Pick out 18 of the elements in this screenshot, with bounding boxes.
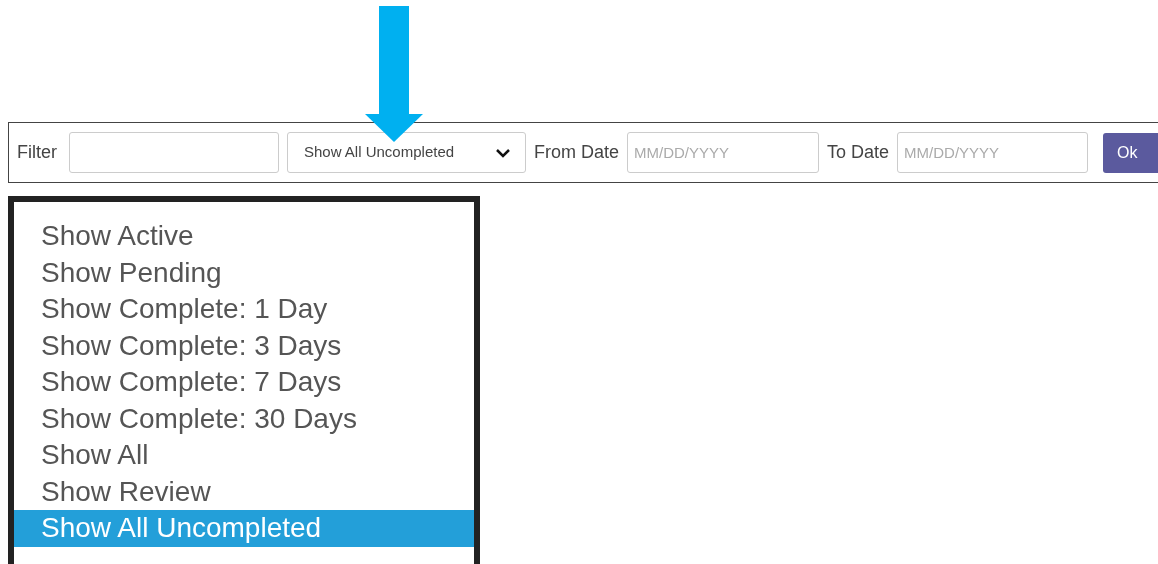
ok-button[interactable]: Ok bbox=[1103, 132, 1158, 173]
dropdown-option[interactable]: Show Complete: 3 Days bbox=[14, 327, 474, 364]
filter-label: Filter bbox=[17, 141, 57, 164]
arrow-icon bbox=[365, 6, 423, 142]
from-date-field[interactable]: MM/DD/YYYY bbox=[627, 132, 820, 173]
filter-field[interactable] bbox=[69, 132, 279, 173]
status-select[interactable]: Show All Uncompleted bbox=[287, 132, 526, 173]
dropdown-option[interactable]: Show Pending bbox=[14, 254, 474, 291]
to-date-label: To Date bbox=[827, 141, 890, 164]
dropdown-option[interactable]: Show Active bbox=[14, 218, 474, 255]
dropdown-option[interactable]: Show Complete: 7 Days bbox=[14, 364, 474, 401]
dropdown-option[interactable]: Show Complete: 1 Day bbox=[14, 291, 474, 328]
dropdown-option[interactable]: Show All bbox=[14, 437, 474, 474]
chevron-down-icon bbox=[495, 147, 511, 158]
to-date-field[interactable]: MM/DD/YYYY bbox=[897, 132, 1089, 173]
dropdown-option[interactable]: Show Review bbox=[14, 473, 474, 510]
from-date-label: From Date bbox=[534, 141, 620, 164]
dropdown-option[interactable]: Show Complete: 30 Days bbox=[14, 400, 474, 437]
